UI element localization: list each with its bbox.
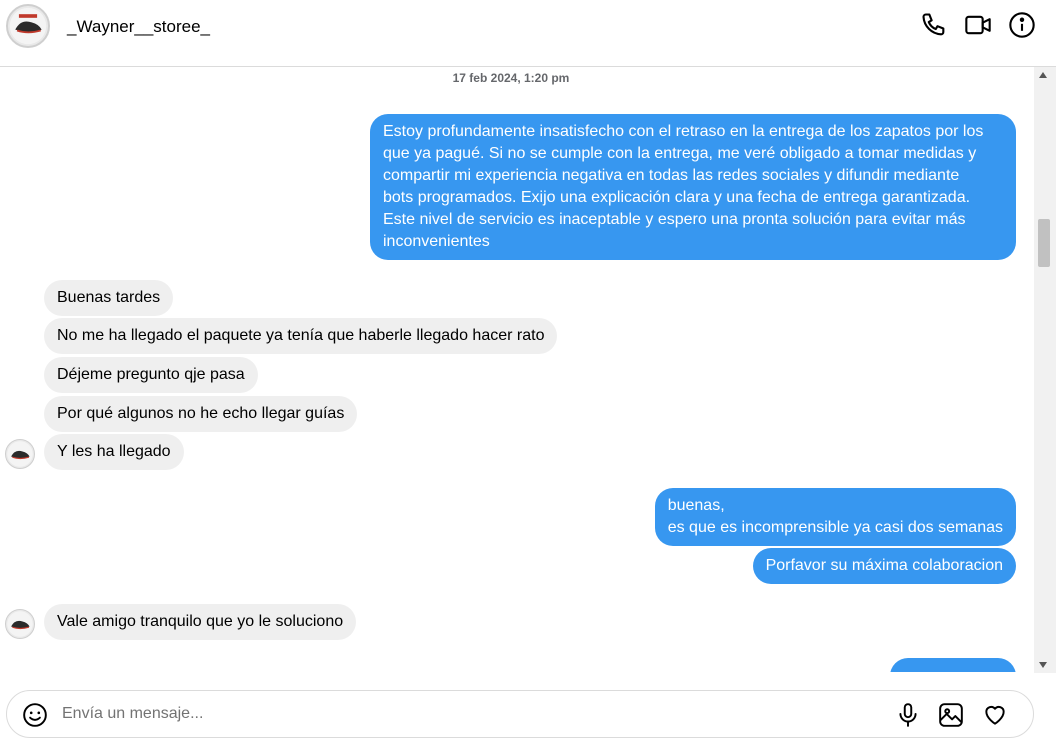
scrollbar-thumb[interactable] (1038, 219, 1050, 267)
heart-icon[interactable] (982, 702, 1008, 728)
message-thread[interactable]: 17 feb 2024, 1:20 pm Estoy profundamente… (0, 67, 1034, 672)
microphone-icon[interactable] (895, 702, 921, 728)
sender-avatar[interactable] (5, 609, 35, 639)
video-call-icon[interactable] (964, 11, 992, 39)
message-incoming[interactable]: Vale amigo tranquilo que yo le soluciono (44, 604, 357, 640)
thread-scrollbar[interactable] (1034, 67, 1056, 673)
message-composer[interactable]: Envía un mensaje... (6, 690, 1034, 738)
date-separator: 17 feb 2024, 1:20 pm (452, 71, 570, 85)
message-incoming[interactable]: No me ha llegado el paquete ya tenía que… (44, 318, 558, 354)
emoji-icon[interactable] (22, 702, 48, 728)
phone-icon[interactable] (920, 11, 948, 39)
message-outgoing-partial[interactable] (890, 658, 1016, 672)
message-outgoing[interactable]: buenas, es que es incomprensible ya casi… (654, 488, 1016, 546)
sender-avatar[interactable] (5, 439, 35, 469)
message-outgoing[interactable]: Porfavor su máxima colaboracion (752, 548, 1016, 584)
message-input[interactable]: Envía un mensaje... (62, 705, 203, 723)
message-incoming[interactable]: Por qué algunos no he echo llegar guías (44, 396, 358, 432)
image-icon[interactable] (938, 702, 964, 728)
message-outgoing[interactable]: Estoy profundamente insatisfecho con el … (370, 114, 1016, 260)
avatar[interactable] (6, 4, 50, 48)
scroll-down-arrow-icon[interactable] (1039, 662, 1047, 668)
message-incoming[interactable]: Y les ha llegado (44, 434, 184, 470)
chat-username[interactable]: _Wayner__storee_ (67, 16, 210, 38)
scroll-up-arrow-icon[interactable] (1039, 72, 1047, 78)
message-incoming[interactable]: Buenas tardes (44, 280, 174, 316)
chat-header: _Wayner__storee_ (0, 0, 1056, 67)
message-incoming[interactable]: Déjeme pregunto qje pasa (44, 357, 258, 393)
info-icon[interactable] (1008, 11, 1036, 39)
